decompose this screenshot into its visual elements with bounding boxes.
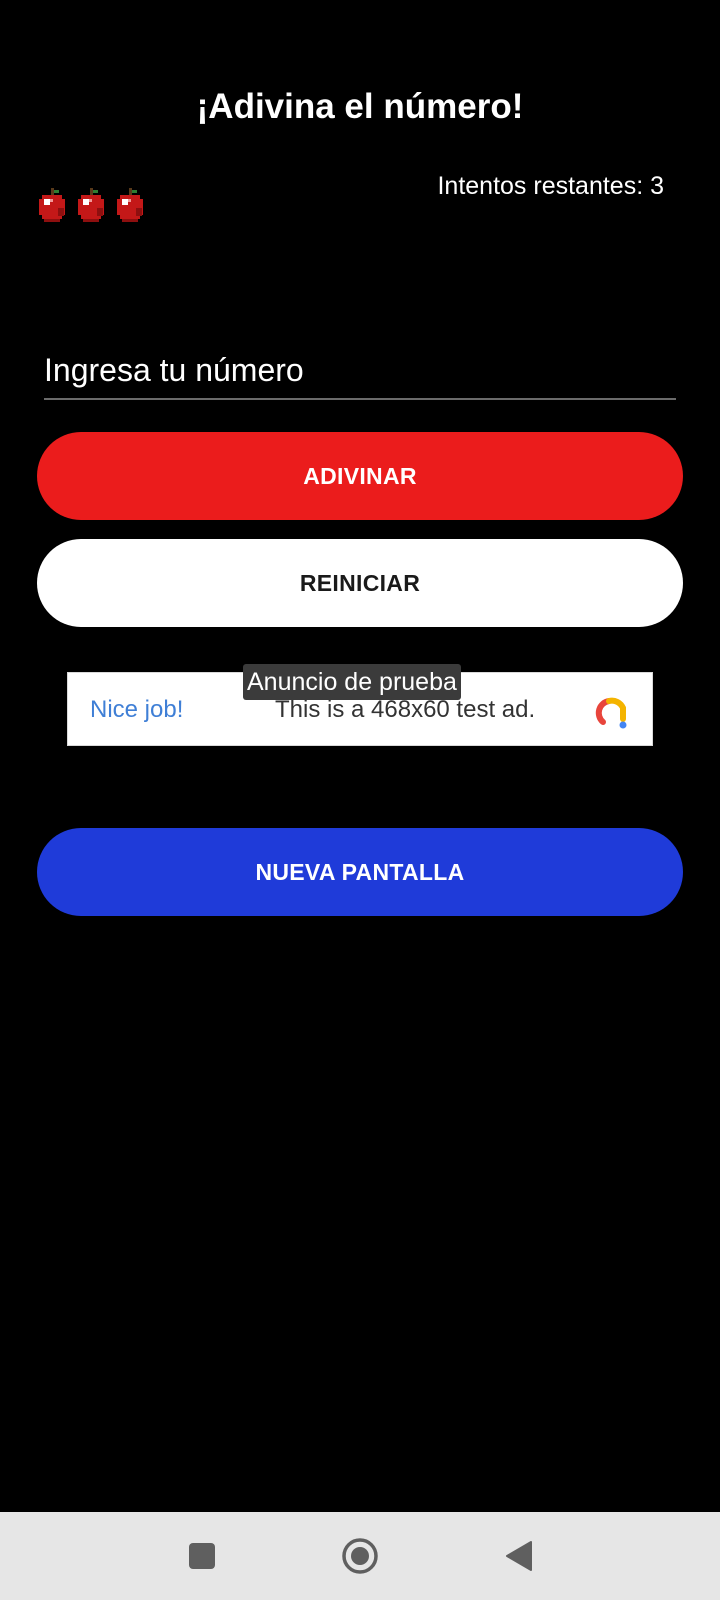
guess-input[interactable] bbox=[44, 344, 676, 396]
apple-icon bbox=[116, 188, 144, 224]
home-circle-icon[interactable] bbox=[338, 1534, 382, 1578]
square-icon[interactable] bbox=[180, 1534, 224, 1578]
triangle-back-icon[interactable] bbox=[497, 1534, 541, 1578]
guess-button[interactable]: ADIVINAR bbox=[37, 432, 683, 520]
apple-icon bbox=[38, 188, 66, 224]
page-title: ¡Adivina el número! bbox=[196, 87, 524, 126]
guess-input-field[interactable] bbox=[44, 344, 676, 400]
lives-indicator bbox=[38, 188, 148, 224]
reset-button[interactable]: REINICIAR bbox=[37, 539, 683, 627]
ad-logo-icon bbox=[592, 692, 632, 732]
ad-headline: Nice job! bbox=[90, 696, 184, 723]
attempts-remaining: Intentos restantes: 3 bbox=[437, 172, 664, 200]
system-nav-bar bbox=[0, 1512, 720, 1600]
ad-test-label: Anuncio de prueba bbox=[243, 664, 461, 700]
new-screen-button[interactable]: NUEVA PANTALLA bbox=[37, 828, 683, 916]
apple-icon bbox=[77, 188, 105, 224]
